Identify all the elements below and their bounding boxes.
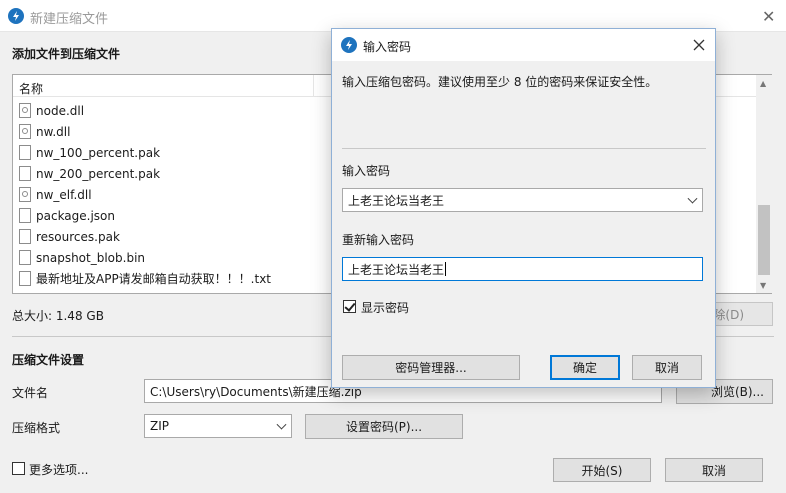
file-name: resources.pak <box>36 229 120 244</box>
dialog-title: 输入密码 <box>363 40 412 54</box>
filename-label: 文件名 <box>12 386 49 400</box>
file-name: 最新地址及APP请发邮箱自动获取！！！.txt <box>36 272 272 286</box>
total-size-text: 总大小: 1.48 GB <box>12 309 104 323</box>
show-password-label[interactable]: 显示密码 <box>361 299 409 316</box>
dialog-divider <box>342 148 706 149</box>
dialog-description: 输入压缩包密码。建议使用至少 8 位的密码来保证安全性。 <box>342 75 658 89</box>
dll-file-icon <box>19 124 31 139</box>
set-password-button[interactable]: 设置密码(P)... <box>305 414 463 439</box>
text-file-icon <box>19 271 31 286</box>
password-dialog: 输入密码 输入压缩包密码。建议使用至少 8 位的密码来保证安全性。 输入密码 上… <box>331 28 716 388</box>
file-icon <box>19 166 31 181</box>
column-name-header[interactable]: 名称 <box>19 80 43 97</box>
password-label: 输入密码 <box>342 164 391 178</box>
dll-file-icon <box>19 187 31 202</box>
scroll-thumb[interactable] <box>758 205 770 275</box>
file-name: nw_100_percent.pak <box>36 145 161 160</box>
dialog-titlebar: 输入密码 <box>332 29 715 61</box>
password-combobox-value: 上老王论坛当老王 <box>348 193 445 208</box>
file-name: nw_elf.dll <box>36 187 92 202</box>
chevron-down-icon <box>276 419 287 430</box>
file-name: nw.dll <box>36 124 71 139</box>
file-icon <box>19 250 31 265</box>
app-logo-icon <box>8 8 24 24</box>
format-select-value: ZIP <box>150 419 169 433</box>
start-button[interactable]: 开始(S) <box>553 458 651 482</box>
repeat-password-input[interactable]: 上老王论坛当老王 <box>342 257 703 281</box>
add-files-section-title: 添加文件到压缩文件 <box>12 47 121 61</box>
file-name: package.json <box>36 208 116 223</box>
repeat-password-label: 重新输入密码 <box>342 233 415 247</box>
format-label: 压缩格式 <box>12 421 61 435</box>
password-manager-button[interactable]: 密码管理器... <box>342 355 520 380</box>
text-cursor <box>445 262 447 276</box>
dialog-close-icon[interactable] <box>692 38 706 52</box>
file-icon <box>19 208 31 223</box>
scroll-down-arrow-icon[interactable]: ▼ <box>760 281 766 290</box>
scroll-up-arrow-icon[interactable]: ▲ <box>760 79 766 88</box>
file-icon <box>19 229 31 244</box>
window-title: 新建压缩文件 <box>30 12 109 27</box>
cancel-button[interactable]: 取消 <box>665 458 763 482</box>
file-name: nw_200_percent.pak <box>36 166 161 181</box>
dll-file-icon <box>19 103 31 118</box>
file-name: node.dll <box>36 103 85 118</box>
repeat-password-value: 上老王论坛当老王 <box>348 262 445 277</box>
ok-button[interactable]: 确定 <box>550 355 620 380</box>
more-options-label[interactable]: 更多选项... <box>29 461 88 478</box>
file-icon <box>19 145 31 160</box>
column-divider[interactable] <box>313 75 314 97</box>
window-close-icon[interactable]: ✕ <box>762 7 775 26</box>
show-password-checkbox[interactable] <box>343 300 356 313</box>
settings-section-title: 压缩文件设置 <box>12 353 85 367</box>
dialog-logo-icon <box>341 37 357 53</box>
file-name: snapshot_blob.bin <box>36 250 146 265</box>
dialog-cancel-button[interactable]: 取消 <box>632 355 702 380</box>
format-select[interactable]: ZIP <box>144 414 292 438</box>
chevron-down-icon <box>687 193 698 204</box>
password-combobox[interactable]: 上老王论坛当老王 <box>342 188 703 212</box>
more-options-checkbox[interactable] <box>12 462 25 475</box>
